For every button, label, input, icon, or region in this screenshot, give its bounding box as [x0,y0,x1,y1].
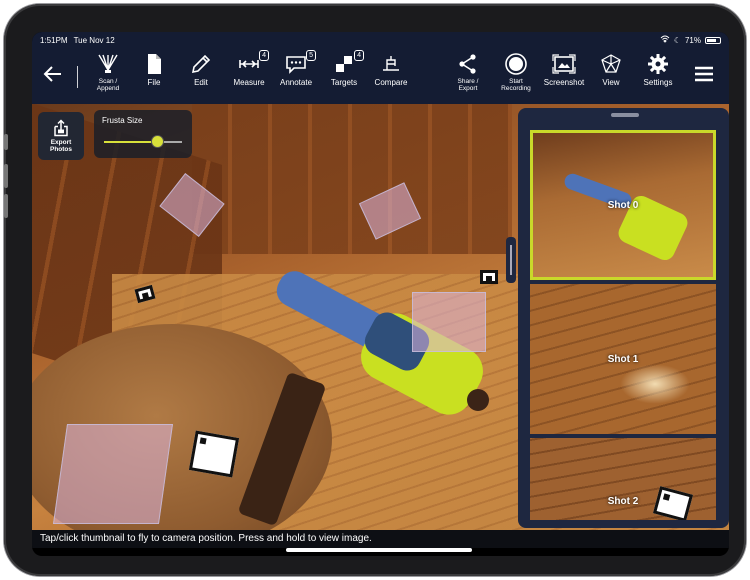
shot-name: Shot 0 [607,199,639,211]
thumb-floor-glare [620,364,690,404]
screenshot-label: Screenshot [543,78,585,87]
shot-thumbnail-1[interactable]: Shot 1 [530,284,716,434]
start-recording-button[interactable]: Start Recording [490,52,542,102]
hint-bar: Tap/click thumbnail to fly to camera pos… [32,530,729,548]
frusta-size-label: Frusta Size [102,116,143,125]
panel-resize-handle[interactable] [506,237,516,283]
shot-thumbnail-0[interactable]: Shot 0 [530,130,716,280]
shots-panel: Shot 0 Shot 1 Shot 2 [518,108,729,528]
shot-thumbnail-2[interactable]: Shot 2 [530,438,716,520]
cube-view-icon [601,54,621,73]
edit-button[interactable]: Edit [175,52,227,102]
scan-icon [98,54,118,73]
share-export-label: Share / Export [457,78,479,92]
file-button[interactable]: File [128,52,180,102]
measure-label: Measure [233,78,265,87]
share-icon [459,54,476,74]
gear-icon [648,54,668,74]
app-screen: 1:51PM Tue Nov 12 ☾ 71% Scan / Append Fi… [32,32,729,556]
camera-frustum-shot-selected[interactable] [412,292,486,352]
compare-icon [383,56,399,71]
settings-button[interactable]: Settings [632,52,684,102]
back-arrow-icon [43,66,61,82]
export-upload-icon [54,119,68,137]
targets-label: Targets [330,78,358,87]
shot-name: Shot 2 [607,495,639,507]
file-label: File [147,78,161,87]
scan-append-button[interactable]: Scan / Append [82,52,134,102]
annotate-button[interactable]: 5 Annotate [270,50,322,102]
side-button [4,134,8,150]
view-label: View [602,78,620,87]
speech-bubble-icon [286,56,306,74]
start-recording-label: Start Recording [501,78,531,92]
battery-percent: 71% [684,35,701,45]
status-date: Tue Nov 12 [73,35,115,45]
back-button[interactable] [32,52,74,102]
camera-frustum-shot[interactable] [52,424,174,524]
compare-button[interactable]: Compare [365,52,417,102]
status-time: 1:51PM [40,35,68,45]
shot-name: Shot 1 [607,353,639,365]
targets-count-badge: 4 [354,50,364,61]
menu-button[interactable] [684,52,724,102]
wifi-icon [660,35,670,45]
volume-up-button [4,164,8,188]
battery-icon [705,36,721,44]
hamburger-menu-icon [695,66,713,82]
frusta-size-thumb[interactable] [150,135,164,148]
screenshot-icon [552,54,576,74]
annotate-count-badge: 5 [306,50,316,61]
share-export-button[interactable]: Share / Export [442,52,494,102]
scan-target-marker[interactable] [188,430,240,478]
frusta-size-fill [104,141,158,143]
settings-label: Settings [643,78,673,87]
toolbar-divider [77,66,78,88]
moon-icon: ☾ [673,35,681,45]
target-marker-icon [336,56,352,72]
scan-back-wall [192,104,512,254]
panel-drag-handle[interactable] [611,113,639,117]
frusta-size-control: Frusta Size [94,110,192,158]
scan-target-marker[interactable] [480,270,498,284]
scan-append-label: Scan / Append [96,78,120,92]
file-icon [148,54,161,74]
record-icon [505,53,527,75]
screenshot-button[interactable]: Screenshot [538,52,590,102]
scan-person-head [467,389,489,411]
home-indicator[interactable] [286,548,472,552]
compare-label: Compare [374,78,408,87]
pencil-icon [191,54,211,74]
annotate-label: Annotate [279,78,313,87]
ruler-icon [239,60,259,68]
measure-count-badge: 4 [259,50,269,61]
export-photos-label: Export Photos [49,139,73,153]
export-photos-button[interactable]: Export Photos [38,112,84,160]
volume-down-button [4,194,8,218]
thumb-target-marker [652,486,694,520]
status-bar: 1:51PM Tue Nov 12 ☾ 71% [32,32,729,48]
edit-label: Edit [194,78,208,87]
main-toolbar: Scan / Append File Edit 4 Measure 5 Anno… [32,48,729,104]
view-button[interactable]: View [585,52,637,102]
targets-button[interactable]: 4 Targets [318,50,370,102]
ipad-frame: 1:51PM Tue Nov 12 ☾ 71% Scan / Append Fi… [4,4,746,576]
measure-button[interactable]: 4 Measure [223,50,275,102]
